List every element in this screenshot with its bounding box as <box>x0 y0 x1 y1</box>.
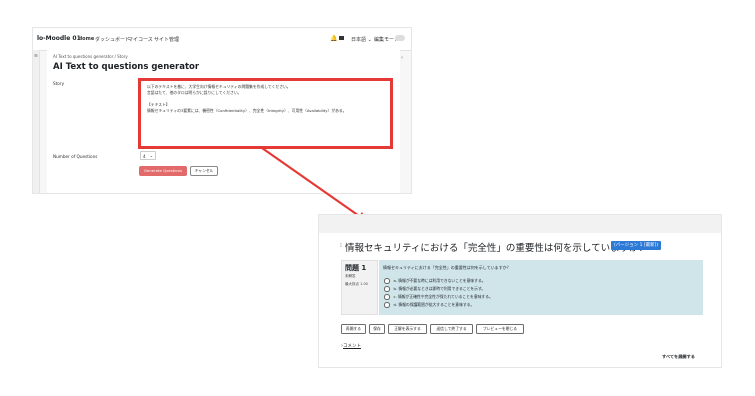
radio-icon[interactable] <box>384 294 390 300</box>
question-info-box: 問題 1 未解答 最大評点 1.00 <box>341 260 378 315</box>
question-number: 問題 1 <box>345 264 367 272</box>
expand-all-link[interactable]: すべてを展開する <box>662 354 695 360</box>
preview-header-strip <box>319 215 721 233</box>
question-mark: 最大評点 1.00 <box>345 282 368 286</box>
question-text: 情報セキュリティにおける「完全性」の重要性は何を示していますか？ <box>383 265 511 270</box>
restart-button[interactable]: 再開する <box>341 324 366 334</box>
save-button[interactable]: 保存 <box>369 324 385 334</box>
question-icon: ⁝ <box>340 242 342 249</box>
arrow-line <box>261 147 363 219</box>
option-label: c. 情報が正確性や完全性が保たれていることを意味する。 <box>393 294 493 299</box>
answer-option[interactable]: a. 情報が不要な時には利用できないことを意味する。 <box>384 278 486 284</box>
question-state: 未解答 <box>345 274 356 278</box>
comment-link[interactable]: コメント <box>343 343 361 349</box>
submit-finish-button[interactable]: 送信して終了する <box>430 324 473 334</box>
close-preview-button[interactable]: プレビューを閉じる <box>476 324 524 334</box>
version-badge[interactable]: (バージョン 1 [最新]) <box>611 241 662 250</box>
show-answer-button[interactable]: 正解を表示する <box>388 324 427 334</box>
option-label: b. 情報が必要なときは即時で利用できることを示す。 <box>393 286 486 291</box>
answer-option[interactable]: b. 情報が必要なときは即時で利用できることを示す。 <box>384 286 485 292</box>
question-title: 情報セキュリティにおける「完全性」の重要性は何を示していますか？ <box>345 243 649 254</box>
radio-icon[interactable] <box>384 302 390 308</box>
question-panel: 情報セキュリティにおける「完全性」の重要性は何を示していますか？ a. 情報が不… <box>379 260 703 315</box>
answer-option[interactable]: d. 情報の保護範囲が拡大することを意味する。 <box>384 302 474 308</box>
option-label: d. 情報の保護範囲が拡大することを意味する。 <box>393 302 475 307</box>
question-preview-screenshot: ⁝ 情報セキュリティにおける「完全性」の重要性は何を示していますか？ (バージョ… <box>318 214 722 368</box>
radio-icon[interactable] <box>384 286 390 292</box>
answer-option[interactable]: c. 情報が正確性や完全性が保たれていることを意味する。 <box>384 294 493 300</box>
option-label: a. 情報が不要な時には利用できないことを意味する。 <box>393 278 486 283</box>
radio-icon[interactable] <box>384 278 390 284</box>
